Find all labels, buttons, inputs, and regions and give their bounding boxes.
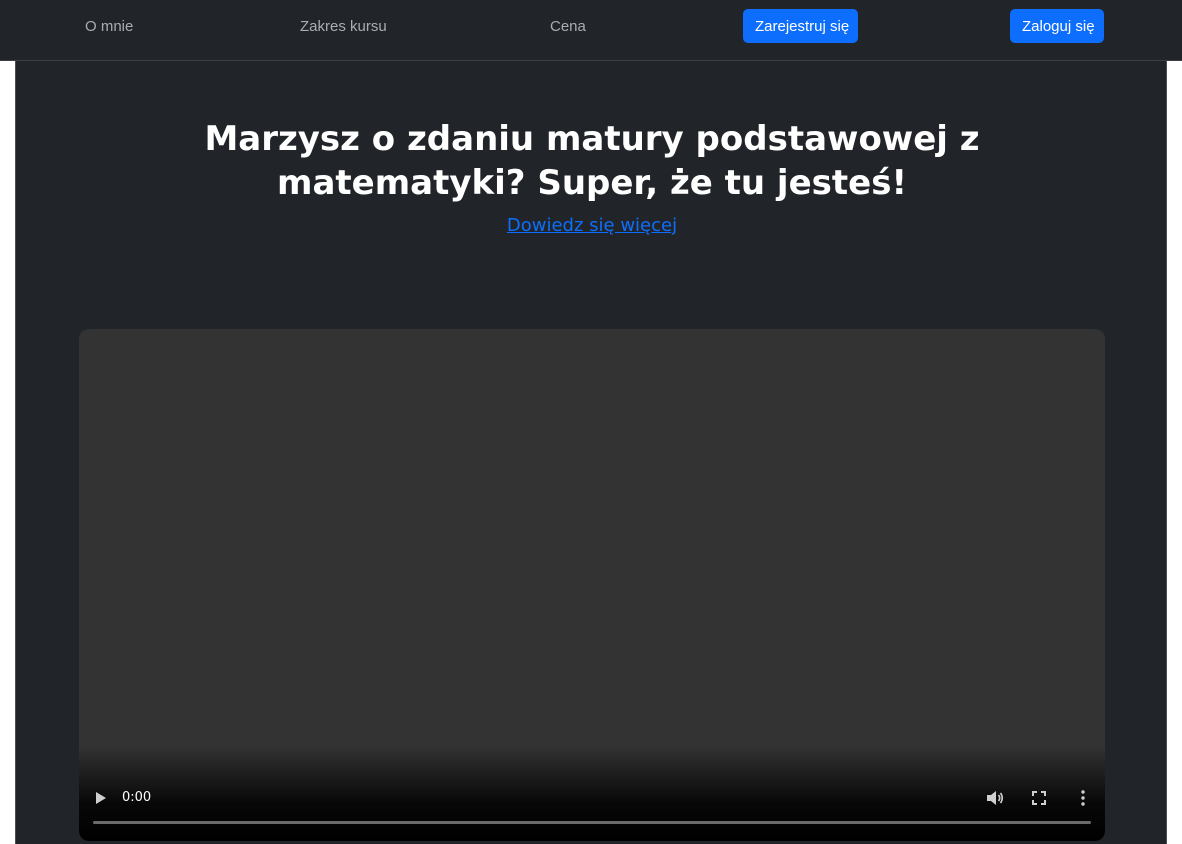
hero-title: Marzysz o zdaniu matury podstawowej z ma… bbox=[16, 117, 1166, 205]
register-button[interactable]: Zarejestruj się bbox=[743, 9, 858, 43]
volume-icon[interactable] bbox=[986, 790, 1004, 806]
play-icon[interactable] bbox=[95, 791, 107, 805]
fullscreen-icon[interactable] bbox=[1032, 791, 1046, 805]
more-options-icon[interactable] bbox=[1081, 790, 1085, 806]
video-controls-bar bbox=[79, 746, 1105, 841]
video-progress-bar[interactable] bbox=[93, 821, 1091, 824]
learn-more-link[interactable]: Dowiedz się więcej bbox=[507, 215, 677, 236]
nav-link-about[interactable]: O mnie bbox=[85, 18, 133, 35]
hero-title-line-1: Marzysz o zdaniu matury podstawowej z bbox=[204, 119, 980, 159]
top-navbar: O mnie Zakres kursu Cena Zarejestruj się… bbox=[0, 0, 1182, 61]
nav-link-price[interactable]: Cena bbox=[550, 18, 586, 35]
video-time: 0:00 bbox=[122, 790, 152, 805]
video-player[interactable]: 0:00 bbox=[79, 329, 1105, 841]
nav-link-course-scope[interactable]: Zakres kursu bbox=[300, 18, 387, 35]
login-button[interactable]: Zaloguj się bbox=[1010, 9, 1104, 43]
hero-title-line-2: matematyki? Super, że tu jesteś! bbox=[277, 163, 907, 203]
main-content: Marzysz o zdaniu matury podstawowej z ma… bbox=[15, 61, 1167, 844]
learn-more-wrapper: Dowiedz się więcej bbox=[16, 215, 1166, 236]
